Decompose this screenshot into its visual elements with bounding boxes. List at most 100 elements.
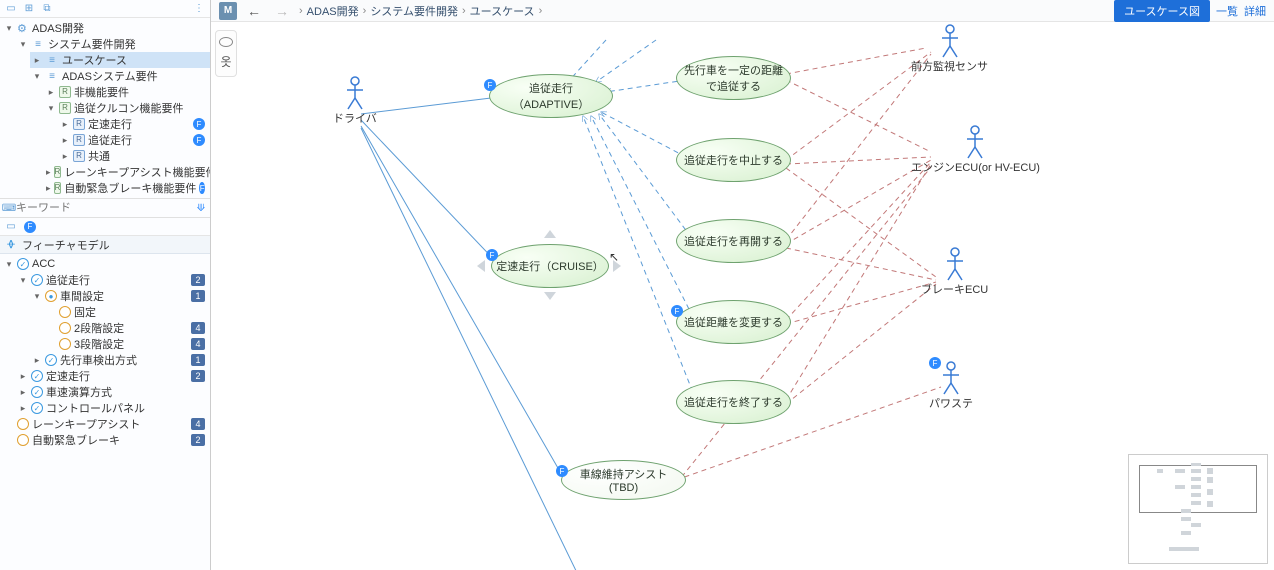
feature-item[interactable]: 固定 (44, 304, 210, 320)
feature-tree[interactable]: ▾✓ACC ▾✓追従走行2 ▾●車間設定1 固定 2段階設定4 3段階設定4 (0, 254, 210, 570)
feature-item[interactable]: ▸✓コントロールパネル (16, 400, 210, 416)
actor-icon (346, 76, 364, 110)
tree-item[interactable]: ▸R非機能要件 (44, 84, 210, 100)
tree-item[interactable]: ▸Rレーンキープアシスト機能要件F (44, 164, 210, 180)
usecase-resume-follow[interactable]: 追従走行を再開する (676, 219, 791, 263)
feature-item[interactable]: ▸✓先行車検出方式1 (30, 352, 210, 368)
circle-icon (59, 322, 71, 334)
tree-label: 3段階設定 (74, 336, 124, 352)
expand-toggle[interactable]: ▾ (32, 71, 42, 82)
cursor-icon: ↖ (609, 250, 619, 264)
tree-label: 追従走行 (88, 132, 132, 148)
feature-item[interactable]: 2段階設定4 (44, 320, 210, 336)
feature-item[interactable]: ▾✓ACC (2, 256, 210, 272)
toolbar-icon[interactable]: ⋮ (192, 2, 206, 16)
expand-toggle[interactable]: ▾ (32, 291, 42, 302)
actor-icon (966, 125, 984, 159)
actor-label: パワステ (929, 395, 973, 411)
feature-item[interactable]: 自動緊急ブレーキ2 (2, 432, 210, 448)
feature-item[interactable]: ▸✓定速走行2 (16, 368, 210, 384)
circle-icon (59, 306, 71, 318)
toolbar-icon[interactable]: ▭ (4, 220, 18, 234)
diagram-type-button[interactable]: ユースケース図 (1114, 0, 1210, 22)
feature-item[interactable]: ▾●車間設定1 (30, 288, 210, 304)
nav-back-button[interactable]: ← (243, 3, 265, 19)
check-icon: ✓ (31, 386, 43, 398)
project-icon: ⚙ (17, 22, 29, 34)
feature-model-icon: ᚖ (4, 238, 18, 252)
tree-label: 追従走行 (46, 272, 90, 288)
search-row: ⌨ ⟱ (0, 198, 210, 218)
usecase-change-distance[interactable]: F追従距離を変更する (676, 300, 791, 344)
tree-label: 定速走行 (88, 116, 132, 132)
usecase-stop-follow[interactable]: 追従走行を中止する (676, 138, 791, 182)
top-toolbar: M ← → ›ADAS開発 ›システム要件開発 ›ユースケース › ユースケース… (211, 0, 1274, 22)
feature-item[interactable]: レーンキープアシスト4 (2, 416, 210, 432)
breadcrumb: ›ADAS開発 ›システム要件開発 ›ユースケース › (299, 3, 542, 19)
tree-item[interactable]: ▸R定速走行F (58, 116, 210, 132)
toolbar-icon[interactable]: ⊞ (22, 2, 36, 16)
selection-handle[interactable] (477, 260, 485, 272)
tree-label: 共通 (88, 148, 110, 164)
toolbar-icon[interactable]: ⧉ (40, 2, 54, 16)
nav-forward-button[interactable]: → (271, 3, 293, 19)
actor-brake-ecu[interactable]: ブレーキECU (921, 247, 988, 297)
tree-label: 追従クルコン機能要件 (74, 100, 183, 116)
usecase-end-follow[interactable]: 追従走行を終了する (676, 380, 791, 424)
expand-toggle[interactable]: ▾ (4, 23, 14, 34)
crumb-item[interactable]: ADAS開発 (307, 3, 359, 19)
usecase-const-distance[interactable]: 先行車を一定の距離で追従する (676, 56, 791, 100)
tree-label: 定速走行 (46, 368, 90, 384)
actor-forward-sensor[interactable]: 前方監視センサ (911, 24, 988, 74)
actor-label: 前方監視センサ (911, 58, 988, 74)
expand-toggle[interactable]: ▸ (32, 55, 42, 66)
expand-toggle[interactable]: ▾ (4, 259, 14, 270)
tree-label: ACC (32, 258, 55, 270)
actor-driver[interactable]: ドライバ (333, 76, 377, 126)
tree-label: 固定 (74, 304, 96, 320)
expand-toggle[interactable]: ▾ (18, 275, 28, 286)
feature-item[interactable]: ▸✓車速演算方式 (16, 384, 210, 400)
usecase-label: 追従走行を中止する (684, 152, 783, 168)
feature-dot-icon: F (199, 182, 205, 194)
actor-power-steering[interactable]: F パワステ (929, 357, 973, 411)
tree-item[interactable]: ▾R追従クルコン機能要件 (44, 100, 210, 116)
selection-handle[interactable] (544, 292, 556, 300)
left-panel: ▭ ⊞ ⧉ ⋮ ▾⚙ADAS開発 ▾≡システム要件開発 ▸≡ユースケース ▾≡A… (0, 0, 211, 570)
count-badge: 2 (191, 434, 205, 446)
menu-button[interactable]: M (219, 2, 237, 20)
tree-label: コントロールパネル (46, 400, 145, 416)
usecase-label: 定速走行（CRUISE） (496, 258, 604, 274)
filter-icon[interactable]: ⟱ (194, 201, 208, 215)
crumb-item[interactable]: ユースケース (470, 3, 535, 19)
circle-icon (59, 338, 71, 350)
count-badge: 4 (191, 322, 205, 334)
req-icon: R (59, 102, 71, 114)
list-view-button[interactable]: 一覧 (1216, 3, 1238, 19)
usecase-cruise[interactable]: F定速走行（CRUISE） (491, 244, 609, 288)
tree-item[interactable]: ▸R共通 (58, 148, 210, 164)
crumb-item[interactable]: システム要件開発 (370, 3, 458, 19)
actor-icon (942, 361, 960, 395)
search-input[interactable] (16, 202, 194, 214)
actor-icon (946, 247, 964, 281)
expand-toggle[interactable]: ▾ (46, 103, 56, 114)
feature-dot-icon: F (671, 305, 683, 317)
toolbar-icon[interactable]: ▭ (4, 2, 18, 16)
usecase-lane-assist[interactable]: F車線維持アシスト(TBD) (561, 460, 686, 500)
expand-toggle[interactable]: ▾ (18, 39, 28, 50)
usecase-adaptive[interactable]: F追従走行（ADAPTIVE） (489, 74, 613, 118)
detail-view-button[interactable]: 詳細 (1244, 3, 1266, 19)
feature-item[interactable]: ▾✓追従走行2 (16, 272, 210, 288)
tree-item[interactable]: ▸R追従走行F (58, 132, 210, 148)
diagram-canvas[interactable]: ドライバ 前方監視センサ エンジンECU(or HV-ECU) ブレーキECU … (211, 22, 1274, 570)
tree-item-usecase[interactable]: ▸≡ユースケース (30, 52, 210, 68)
tree-item[interactable]: ▸R自動緊急ブレーキ機能要件F (44, 180, 210, 196)
minimap[interactable] (1128, 454, 1268, 564)
feature-item[interactable]: 3段階設定4 (44, 336, 210, 352)
actor-engine-ecu[interactable]: エンジンECU(or HV-ECU) (911, 125, 1040, 175)
selection-handle[interactable] (544, 230, 556, 238)
usecase-label: 先行車を一定の距離で追従する (681, 62, 786, 94)
usecase-label: 追従距離を変更する (684, 314, 783, 330)
project-tree[interactable]: ▾⚙ADAS開発 ▾≡システム要件開発 ▸≡ユースケース ▾≡ADASシステム要… (0, 18, 210, 198)
